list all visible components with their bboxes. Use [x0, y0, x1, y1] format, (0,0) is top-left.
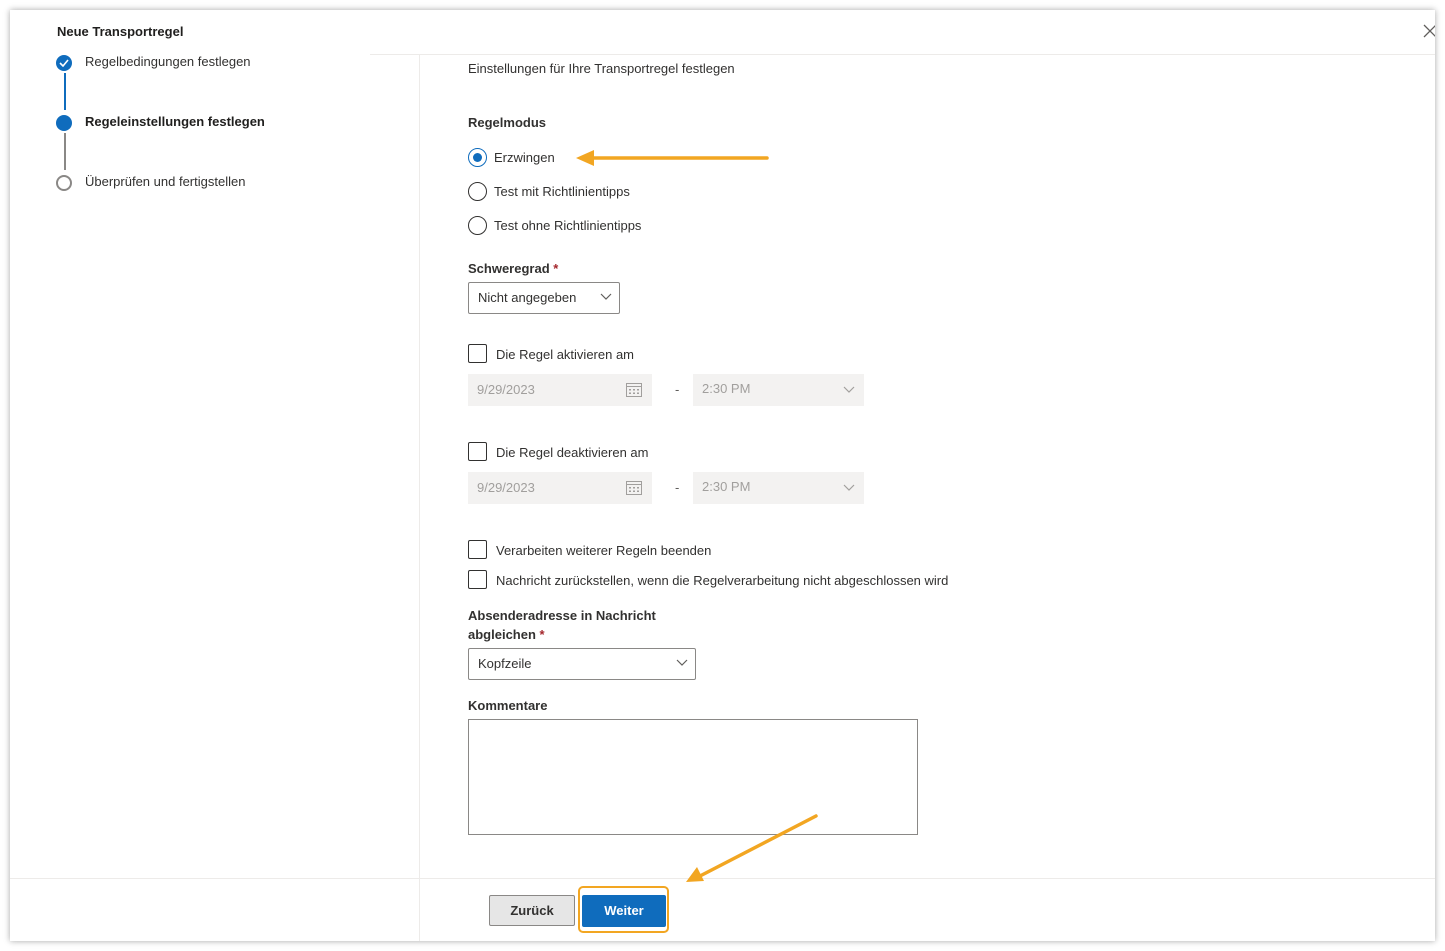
- chevron-down-icon: [676, 659, 688, 666]
- intro-text: Einstellungen für Ihre Transportregel fe…: [468, 61, 735, 76]
- rule-mode-label: Regelmodus: [468, 115, 547, 130]
- deactivate-date-picker[interactable]: 9/29/2023: [468, 472, 652, 504]
- next-button[interactable]: Weiter: [582, 895, 666, 927]
- activate-date-value: 9/29/2023: [477, 382, 535, 397]
- activate-time-dropdown[interactable]: 2:30 PM: [693, 374, 864, 406]
- required-mark: *: [553, 261, 559, 276]
- transport-rule-panel: Neue Transportregel Regelbedingungen fes…: [10, 10, 1435, 941]
- step-connector: [64, 133, 66, 170]
- radio-test-with-tips-label: Test mit Richtlinientipps: [494, 184, 630, 199]
- deactivate-time-dropdown[interactable]: 2:30 PM: [693, 472, 864, 504]
- severity-label: Schweregrad *: [468, 261, 558, 276]
- current-step-dot: [56, 115, 72, 131]
- radio-test-with-tips[interactable]: [468, 182, 487, 201]
- comments-label: Kommentare: [468, 698, 548, 713]
- close-icon[interactable]: [1423, 24, 1435, 40]
- footer-divider: [10, 878, 1435, 879]
- chevron-down-icon: [843, 484, 855, 491]
- chevron-down-icon: [843, 386, 855, 393]
- time-separator: -: [675, 382, 680, 397]
- sender-address-label-line2: abgleichen *: [468, 627, 545, 642]
- defer-message-label: Nachricht zurückstellen, wenn die Regelv…: [496, 573, 949, 588]
- panel-title: Neue Transportregel: [57, 24, 184, 39]
- severity-dropdown[interactable]: Nicht angegeben: [468, 282, 620, 314]
- deactivate-date-value: 9/29/2023: [477, 480, 535, 495]
- stop-processing-checkbox[interactable]: [468, 540, 487, 559]
- required-mark: *: [539, 627, 545, 642]
- step-label: Überprüfen und fertigstellen: [85, 174, 246, 189]
- header-divider: [370, 54, 1435, 55]
- stop-processing-label: Verarbeiten weiterer Regeln beenden: [496, 543, 712, 558]
- comments-textarea[interactable]: [468, 719, 918, 835]
- back-button[interactable]: Zurück: [489, 895, 575, 926]
- radio-enforce-label: Erzwingen: [494, 150, 555, 165]
- activate-checkbox[interactable]: [468, 344, 487, 363]
- sender-address-label-line1: Absenderadresse in Nachricht: [468, 608, 656, 623]
- sender-address-dropdown[interactable]: Kopfzeile: [468, 648, 696, 680]
- deactivate-checkbox[interactable]: [468, 442, 487, 461]
- nav-divider: [419, 54, 420, 941]
- defer-message-checkbox[interactable]: [468, 570, 487, 589]
- activate-time-value: 2:30 PM: [702, 381, 751, 396]
- radio-test-without-tips[interactable]: [468, 216, 487, 235]
- calendar-icon: [626, 481, 642, 495]
- pending-step-dot: [56, 175, 72, 191]
- arrow-to-enforce-option: [576, 150, 769, 166]
- severity-value: Nicht angegeben: [478, 290, 577, 305]
- step-label: Regeleinstellungen festlegen: [85, 114, 265, 129]
- sender-address-label-text: abgleichen: [468, 627, 536, 642]
- severity-label-text: Schweregrad: [468, 261, 550, 276]
- deactivate-time-value: 2:30 PM: [702, 479, 751, 494]
- step-connector: [64, 73, 66, 110]
- sender-address-value: Kopfzeile: [478, 656, 532, 671]
- activate-label: Die Regel aktivieren am: [496, 347, 635, 362]
- activate-date-picker[interactable]: 9/29/2023: [468, 374, 652, 406]
- time-separator: -: [675, 480, 680, 495]
- chevron-down-icon: [600, 293, 612, 300]
- deactivate-label: Die Regel deaktivieren am: [496, 445, 649, 460]
- radio-test-without-tips-label: Test ohne Richtlinientipps: [494, 218, 642, 233]
- check-icon: [56, 55, 72, 71]
- radio-enforce[interactable]: [468, 148, 487, 167]
- step-label: Regelbedingungen festlegen: [85, 54, 251, 69]
- calendar-icon: [626, 383, 642, 397]
